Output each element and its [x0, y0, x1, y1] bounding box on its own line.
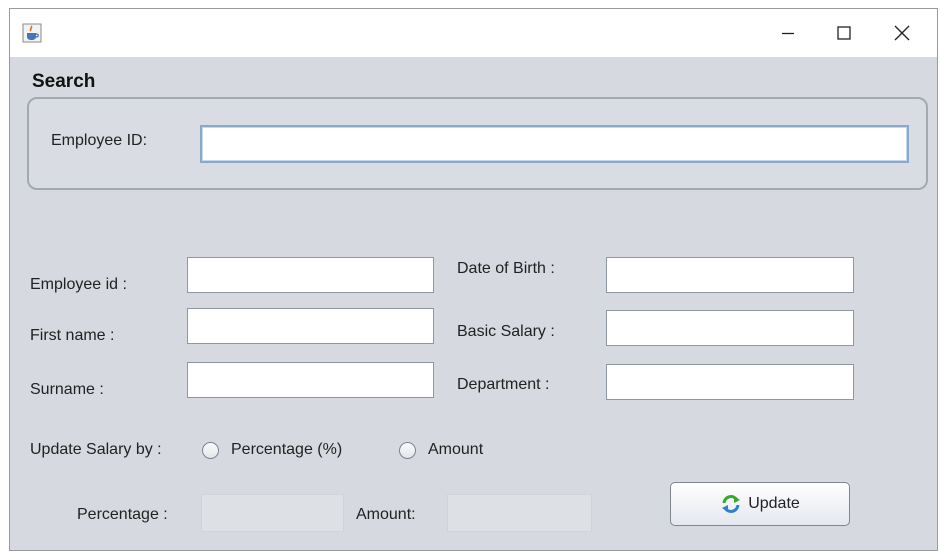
basic-salary-label: Basic Salary : — [457, 323, 555, 340]
minimize-button[interactable] — [765, 9, 811, 57]
search-section-title: Search — [32, 71, 96, 92]
close-button[interactable] — [879, 9, 925, 57]
department-label: Department : — [457, 376, 550, 393]
date-of-birth-label: Date of Birth : — [457, 260, 555, 277]
maximize-icon — [837, 26, 851, 40]
update-salary-by-label: Update Salary by : — [30, 441, 162, 458]
department-field[interactable] — [606, 364, 854, 400]
amount-label: Amount: — [356, 506, 416, 523]
title-bar[interactable] — [10, 9, 937, 57]
percentage-label: Percentage : — [77, 506, 168, 523]
amount-option-label[interactable]: Amount — [428, 441, 483, 459]
search-employee-id-label: Employee ID: — [51, 132, 148, 149]
refresh-icon — [722, 495, 741, 513]
percentage-radio[interactable] — [202, 442, 219, 459]
application-window: Search Employee ID: Employee id : First … — [9, 8, 938, 551]
update-button-label: Update — [748, 495, 800, 512]
minimize-icon — [782, 32, 794, 35]
percentage-option-label[interactable]: Percentage (%) — [231, 441, 342, 459]
java-cup-icon — [22, 23, 42, 43]
form-content: Search Employee ID: Employee id : First … — [10, 57, 937, 550]
first-name-field[interactable] — [187, 308, 434, 344]
first-name-label: First name : — [30, 327, 115, 344]
surname-label: Surname : — [30, 381, 104, 398]
search-panel: Employee ID: — [27, 97, 928, 190]
close-icon — [894, 25, 910, 41]
maximize-button[interactable] — [821, 9, 867, 57]
surname-field[interactable] — [187, 362, 434, 398]
update-button[interactable]: Update — [670, 482, 850, 526]
amount-field[interactable] — [447, 494, 592, 532]
basic-salary-field[interactable] — [606, 310, 854, 346]
employee-id-label: Employee id : — [30, 276, 127, 293]
amount-radio[interactable] — [399, 442, 416, 459]
search-employee-id-input[interactable] — [200, 125, 909, 163]
employee-id-field[interactable] — [187, 257, 434, 293]
percentage-field[interactable] — [201, 494, 344, 532]
date-of-birth-field[interactable] — [606, 257, 854, 293]
